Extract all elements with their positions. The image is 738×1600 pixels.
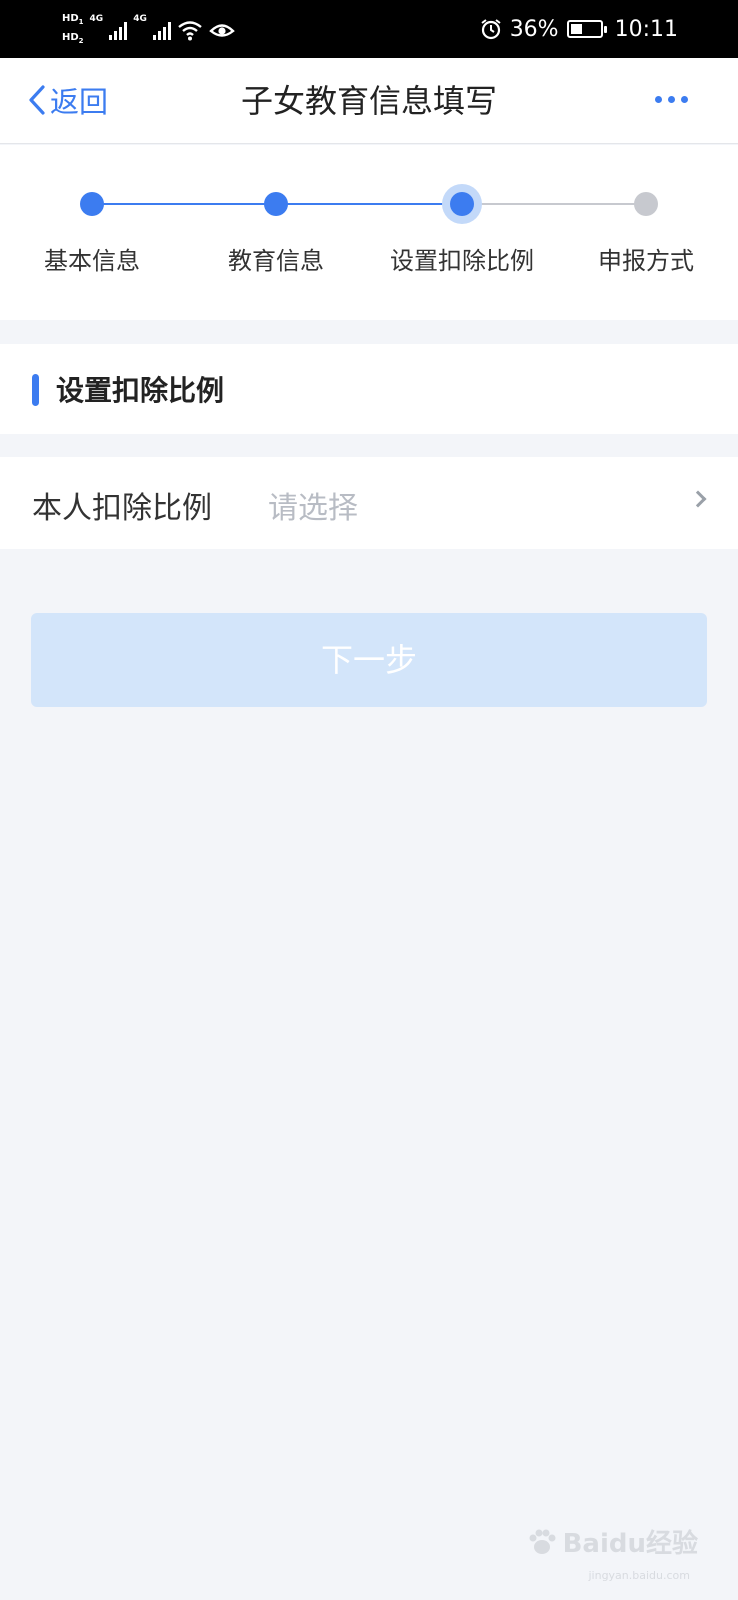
sim1-index: 1 [78,18,84,26]
signal-icon [152,20,171,40]
step-label-filing-method: 申报方式 [598,247,694,275]
battery-fill [570,24,582,34]
step-connector-1 [92,203,276,205]
section-accent-bar [32,374,39,406]
alarm-icon [481,19,501,40]
step-dot-done [264,192,288,216]
signal-icon [109,20,128,40]
section-title: 设置扣除比例 [56,374,225,407]
battery-icon [566,20,607,38]
step-dot-current-inner [450,192,474,216]
step-connector-3 [462,203,646,205]
paw-icon [529,1529,556,1554]
network-type-1: 4G [89,14,104,24]
page-title: 子女教育信息填写 [240,82,497,120]
status-right: 36% 10:11 [480,13,678,45]
sim2-hd: HD [62,32,79,43]
clock: 10:11 [614,16,678,42]
network-type-2: 4G [133,14,147,24]
step-connector-2 [276,203,462,205]
status-left: HD1 HD2 4G 4G [62,10,235,50]
deduction-ratio-label: 本人扣除比例 [32,491,212,526]
step-label-basic-info: 基本信息 [44,247,140,275]
nav-bar: 返回 子女教育信息填写 [0,58,738,144]
more-dots-icon [655,95,662,103]
sim-indicators: HD1 HD2 [62,12,84,48]
status-bar: HD1 HD2 4G 4G 36% 10:11 [0,0,738,58]
chevron-right-icon [689,490,707,508]
step-dot-pending [634,192,658,216]
wifi-icon [178,21,202,41]
watermark-brand: Baidu经验 [562,1529,698,1559]
more-dot [668,95,675,103]
more-dot [681,95,688,103]
eye-icon [209,24,235,37]
watermark-domain: jingyan.baidu.com [588,1569,690,1582]
more-button[interactable] [655,84,688,114]
step-dot-done [80,192,104,216]
battery-percent: 36% [509,16,559,42]
section-header: 设置扣除比例 [0,344,738,434]
baidu-watermark: Baidu经验 [527,1523,698,1560]
sim1-hd: HD [62,13,79,24]
progress-stepper: 基本信息 教育信息 设置扣除比例 申报方式 [0,145,738,320]
step-label-deduction-ratio: 设置扣除比例 [390,247,534,275]
deduction-ratio-selector[interactable]: 本人扣除比例 请选择 [0,457,738,549]
deduction-ratio-placeholder: 请选择 [268,491,358,526]
next-step-button[interactable]: 下一步 [31,613,707,707]
sim2-index: 2 [78,37,84,45]
step-label-education-info: 教育信息 [228,247,324,275]
